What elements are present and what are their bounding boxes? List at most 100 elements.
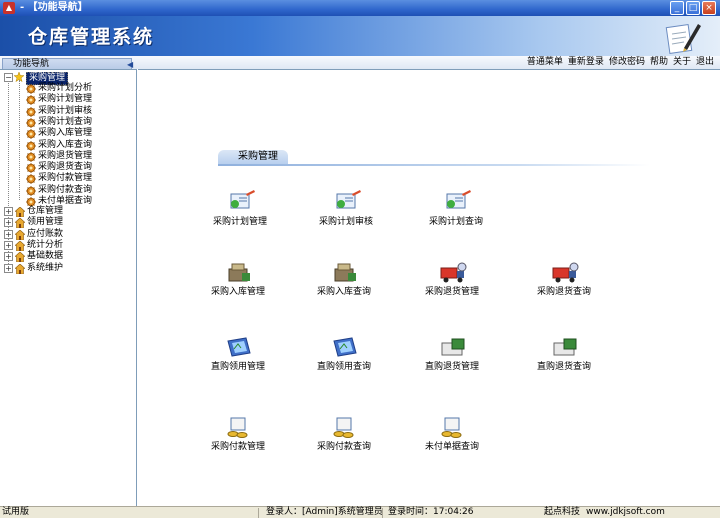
gear-icon	[26, 151, 36, 162]
function-tile[interactable]: 直购领用管理	[188, 335, 288, 385]
plan-icon[interactable]	[226, 190, 256, 214]
direct-use-query-icon[interactable]	[330, 335, 360, 359]
app-icon[interactable]: ▲	[3, 2, 15, 14]
menu-relogin[interactable]: 重新登录	[568, 57, 604, 68]
tile-label[interactable]: 直购退货管理	[402, 362, 502, 373]
tree-node-label: 基础数据	[27, 251, 64, 262]
tile-label[interactable]: 采购付款查询	[294, 442, 394, 453]
function-tile[interactable]: 采购付款管理	[188, 415, 288, 465]
tile-label[interactable]: 采购入库管理	[188, 287, 288, 298]
tree-node-label: 领用管理	[27, 217, 64, 228]
tree-expander[interactable]: +	[4, 240, 13, 250]
tree-expander[interactable]: −	[4, 73, 13, 82]
menu-change-password[interactable]: 修改密码	[609, 57, 645, 68]
collapse-left-icon[interactable]: ◀	[127, 60, 133, 69]
stock-in-icon[interactable]	[224, 260, 254, 284]
gear-icon	[26, 106, 36, 117]
stock-in-query-icon[interactable]	[330, 260, 360, 284]
tile-label[interactable]: 采购计划查询	[406, 217, 506, 228]
return-truck-icon[interactable]	[438, 260, 468, 284]
payment-query-icon[interactable]	[330, 415, 360, 439]
tree-node[interactable]: + 仓库管理	[4, 206, 124, 218]
top-menu: 普通菜单 重新登录 修改密码 帮助 关于 退出	[527, 57, 714, 68]
tree-node-purchase[interactable]: − 采购管理	[4, 72, 124, 85]
function-tile[interactable]: 采购付款查询	[294, 415, 394, 465]
system-title: 仓库管理系统	[28, 26, 155, 48]
tile-label[interactable]: 采购付款管理	[188, 442, 288, 453]
tree-item-label: 采购计划管理	[38, 94, 93, 105]
folder-house-icon	[14, 240, 26, 252]
tree-expander[interactable]: +	[4, 229, 13, 239]
login-user: 登录人：[Admin]系统管理员	[266, 507, 383, 517]
toolbar: 功能导航 ◀ 普通菜单 重新登录 修改密码 帮助 关于 退出	[0, 56, 720, 69]
function-tile[interactable]: 采购计划管理	[190, 190, 290, 240]
tile-label[interactable]: 直购领用查询	[294, 362, 394, 373]
payment-icon[interactable]	[224, 415, 254, 439]
tree-item-label: 采购计划查询	[38, 116, 93, 127]
window-title: - 【功能导航】	[20, 2, 88, 13]
folder-house-icon	[14, 263, 26, 274]
section-divider	[218, 164, 650, 166]
gear-icon	[26, 174, 36, 185]
tile-label[interactable]: 未付单据查询	[402, 442, 502, 453]
tree-node[interactable]: + 基础数据	[4, 251, 124, 263]
function-tile[interactable]: 直购退货查询	[514, 335, 614, 385]
tile-label[interactable]: 直购退货查询	[514, 362, 614, 373]
tree-expander[interactable]: +	[4, 218, 13, 228]
tile-label[interactable]: 采购退货管理	[402, 287, 502, 298]
function-tile[interactable]: 直购退货管理	[402, 335, 502, 385]
tree-node[interactable]: + 系统维护	[4, 263, 124, 274]
plan-review-icon[interactable]	[332, 190, 362, 214]
function-tile[interactable]: 采购入库管理	[188, 260, 288, 310]
menu-help[interactable]: 帮助	[650, 57, 668, 68]
login-time: 登录时间：17:04:26	[388, 507, 474, 517]
tree-node[interactable]: + 领用管理	[4, 217, 124, 229]
gear-icon	[26, 95, 36, 106]
gear-icon	[26, 140, 36, 151]
version-label: 试用版	[2, 507, 30, 517]
tile-label[interactable]: 采购退货查询	[514, 287, 614, 298]
tree-node-label: 统计分析	[27, 239, 64, 250]
tree-expander[interactable]: +	[4, 252, 13, 262]
return-query-icon[interactable]	[550, 260, 580, 284]
tree-node[interactable]: + 统计分析	[4, 239, 124, 252]
menu-about[interactable]: 关于	[673, 57, 691, 68]
tree-item-label: 采购付款管理	[38, 173, 93, 184]
folder-house-icon	[14, 251, 26, 263]
tree-node[interactable]: + 应付账款	[4, 229, 124, 240]
window-titlebar[interactable]: ▲ - 【功能导航】 _ □ ×	[0, 0, 720, 16]
function-tile[interactable]: 采购退货查询	[514, 260, 614, 310]
tree-expander[interactable]: +	[4, 207, 13, 216]
direct-return-icon[interactable]	[438, 335, 468, 359]
function-tile[interactable]: 采购退货管理	[402, 260, 502, 310]
gear-icon	[26, 163, 36, 174]
tab-function-navigation[interactable]: 功能导航 ◀	[2, 58, 133, 69]
unpaid-query-icon[interactable]	[438, 415, 468, 439]
function-tile[interactable]: 直购领用查询	[294, 335, 394, 385]
folder-house-icon	[14, 217, 26, 229]
app-banner: 仓库管理系统	[0, 16, 720, 56]
close-button[interactable]: ×	[702, 1, 716, 15]
function-tile[interactable]: 采购计划查询	[406, 190, 506, 240]
navigation-tree[interactable]: − 采购管理 采购计划分析 采购计划管理 采购计划审核 采购计划查询 采购入库管理 采购入…	[0, 69, 137, 506]
tile-label[interactable]: 采购入库查询	[294, 287, 394, 298]
function-tile[interactable]: 采购计划审核	[296, 190, 396, 240]
tile-label[interactable]: 采购计划管理	[190, 217, 290, 228]
function-tile[interactable]: 未付单据查询	[402, 415, 502, 465]
direct-use-icon[interactable]	[224, 335, 254, 359]
tree-node-label: 系统维护	[27, 262, 64, 273]
tree-expander[interactable]: +	[4, 263, 13, 273]
tree-item-label: 采购退货管理	[38, 150, 93, 161]
tile-label[interactable]: 直购领用管理	[188, 362, 288, 373]
minimize-button[interactable]: _	[670, 1, 684, 15]
function-tile[interactable]: 采购入库查询	[294, 260, 394, 310]
plan-query-icon[interactable]	[442, 190, 472, 214]
tile-label[interactable]: 采购计划审核	[296, 217, 396, 228]
menu-exit[interactable]: 退出	[696, 57, 714, 68]
section-header: 采购管理	[218, 150, 288, 164]
maximize-button[interactable]: □	[686, 1, 700, 15]
tree-node-label: 应付账款	[27, 228, 64, 239]
direct-return-query-icon[interactable]	[550, 335, 580, 359]
menu-normal[interactable]: 普通菜单	[527, 57, 563, 68]
tree-item-label: 采购计划分析	[38, 83, 93, 93]
